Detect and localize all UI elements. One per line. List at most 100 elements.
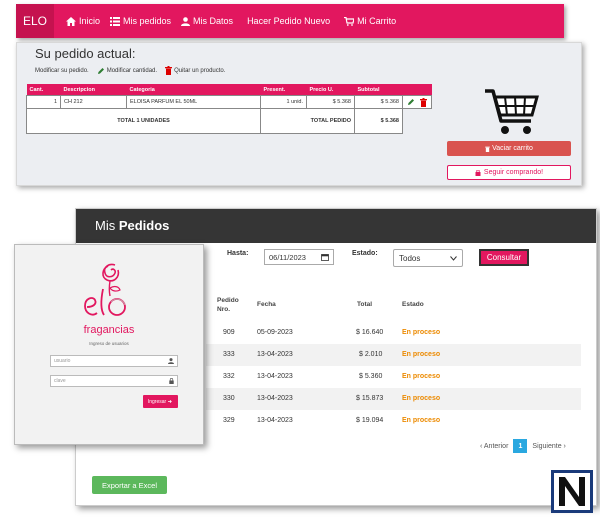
order-total: $ 16.640 — [356, 329, 384, 336]
col-order-label: Pedido — [217, 297, 239, 304]
status-select[interactable]: Todos — [393, 249, 463, 267]
cart-title: Su pedido actual: — [35, 46, 136, 61]
login-subtitle: Ingreso de usuarios — [89, 341, 129, 346]
continue-shopping-button[interactable]: Seguir comprando! — [447, 165, 571, 180]
order-no: 332 — [223, 373, 235, 380]
col-precio: Precio U. — [306, 84, 355, 96]
trash-icon — [165, 66, 173, 75]
elo-rose-logo — [84, 263, 126, 316]
login-button[interactable]: Ingresar — [143, 395, 178, 408]
order-total: $ 15.873 — [356, 395, 384, 402]
nav-mis-pedidos-label: Mis pedidos — [123, 16, 172, 26]
table-row[interactable]: 909 05-09-2023 $ 16.640 En proceso — [206, 322, 581, 344]
col-cant: Cant. — [26, 84, 61, 96]
order-date: 05-09-2023 — [257, 329, 293, 336]
nav-inicio[interactable]: Inicio — [66, 16, 100, 26]
order-status: En proceso — [402, 417, 441, 424]
login-button-label: Ingresar — [147, 398, 167, 405]
order-total: $ 2.010 — [359, 351, 383, 358]
col-order-no: Pedido Nro. — [217, 296, 239, 314]
order-status: En proceso — [402, 351, 441, 358]
order-status: En proceso — [402, 373, 441, 380]
table-row[interactable]: 333 13-04-2023 $ 2.010 En proceso — [206, 344, 581, 366]
nav-mi-carrito-label: Mi Carrito — [357, 16, 397, 26]
table-row[interactable]: 330 13-04-2023 $ 15.873 En proceso — [206, 388, 581, 410]
row-qty: 1 — [26, 95, 61, 109]
user-icon — [181, 16, 191, 26]
total-order-label: TOTAL PEDIDO — [260, 108, 355, 134]
order-no: 330 — [223, 395, 235, 402]
date-value: 06/11/2023 — [269, 252, 306, 262]
col-status: Estado — [402, 301, 424, 308]
chevron-down-icon — [450, 255, 457, 261]
nav-mis-datos[interactable]: Mis Datos — [181, 16, 233, 26]
modify-qty-text: Modificar cantidad. — [106, 67, 158, 74]
table-row[interactable]: 332 13-04-2023 $ 5.360 En proceso — [206, 366, 581, 388]
row-category: ELOISA PARFUM EL 50ML — [126, 95, 261, 109]
export-excel-button[interactable]: Exportar a Excel — [92, 476, 167, 494]
username-field[interactable]: usuario — [50, 355, 178, 367]
order-total: $ 5.360 — [359, 373, 383, 380]
n-logo-icon — [559, 477, 585, 506]
table-row[interactable]: 329 13-04-2023 $ 19.094 En proceso — [206, 410, 581, 432]
col-descripcion: Descripcion — [60, 84, 127, 96]
sign-in-icon — [168, 400, 172, 403]
total-order-value: $ 5.368 — [354, 108, 403, 134]
cart-icon — [344, 16, 355, 26]
total-units: TOTAL 1 UNIDADES — [26, 108, 261, 134]
empty-cart-button[interactable]: Vaciar carrito — [447, 141, 571, 156]
top-navbar: ELO Inicio Mis pedidos Mis Datos Hacer P… — [16, 4, 564, 38]
login-panel: fragancias Ingreso de usuarios usuario c… — [14, 244, 204, 445]
trash-icon[interactable] — [419, 97, 427, 107]
date-input[interactable]: 06/11/2023 — [264, 249, 334, 265]
n-logo-badge — [551, 470, 593, 513]
order-status: En proceso — [402, 395, 441, 402]
order-date: 13-04-2023 — [257, 395, 293, 402]
shopping-cart-icon — [485, 89, 539, 134]
remove-product-text: Quitar un producto. — [174, 67, 226, 74]
brand-name: fragancias — [83, 324, 135, 336]
pencil-icon — [97, 67, 104, 74]
password-field[interactable]: clave — [50, 375, 178, 387]
col-categoria: Categoria — [126, 84, 261, 96]
pager-current[interactable]: 1 — [513, 439, 528, 453]
cart-help: Modificar su pedido. Modificar cantidad.… — [35, 66, 233, 75]
nav-mis-pedidos[interactable]: Mis pedidos — [110, 16, 171, 26]
col-date: Fecha — [257, 301, 276, 308]
row-subtotal: $ 5.368 — [354, 95, 403, 109]
trash-icon — [485, 146, 490, 152]
order-total: $ 19.094 — [356, 417, 384, 424]
col-order-label-2: Nro. — [217, 306, 230, 313]
date-label: Hasta: — [227, 250, 249, 257]
col-present: Present. — [260, 84, 307, 96]
pager-prev[interactable]: ‹ Anterior — [480, 443, 508, 450]
order-no: 329 — [223, 417, 235, 424]
row-desc: CH 212 — [60, 95, 127, 109]
orders-title-light: Mis — [95, 218, 116, 233]
order-status: En proceso — [402, 329, 441, 336]
username-placeholder: usuario — [54, 358, 71, 364]
nav-mi-carrito[interactable]: Mi Carrito — [344, 16, 396, 26]
brand-logo[interactable]: ELO — [16, 4, 54, 38]
user-icon — [168, 358, 174, 364]
order-no: 333 — [223, 351, 235, 358]
pager-next[interactable]: Siguiente › — [532, 443, 565, 450]
nav-mis-datos-label: Mis Datos — [193, 16, 234, 26]
cart-panel: Su pedido actual: Modificar su pedido. M… — [16, 42, 582, 186]
consult-button[interactable]: Consultar — [479, 249, 529, 266]
order-no: 909 — [223, 329, 235, 336]
orders-title: Mis Pedidos — [95, 218, 169, 233]
nav-hacer-pedido[interactable]: Hacer Pedido Nuevo — [247, 16, 330, 26]
col-total: Total — [357, 301, 373, 308]
home-icon — [66, 16, 76, 26]
modify-order-text: Modificar su pedido. — [35, 67, 89, 74]
pencil-icon[interactable] — [407, 98, 415, 106]
continue-shopping-label: Seguir comprando! — [483, 169, 544, 176]
nav-hacer-pedido-label: Hacer Pedido Nuevo — [247, 16, 331, 26]
orders-title-bold: Pedidos — [118, 218, 170, 233]
col-actions — [402, 84, 432, 96]
order-date: 13-04-2023 — [257, 417, 293, 424]
cart-table: Cant. Descripcion Categoria Present. Pre… — [26, 84, 432, 134]
row-price: $ 5.368 — [306, 95, 355, 109]
status-label: Estado: — [352, 250, 378, 257]
